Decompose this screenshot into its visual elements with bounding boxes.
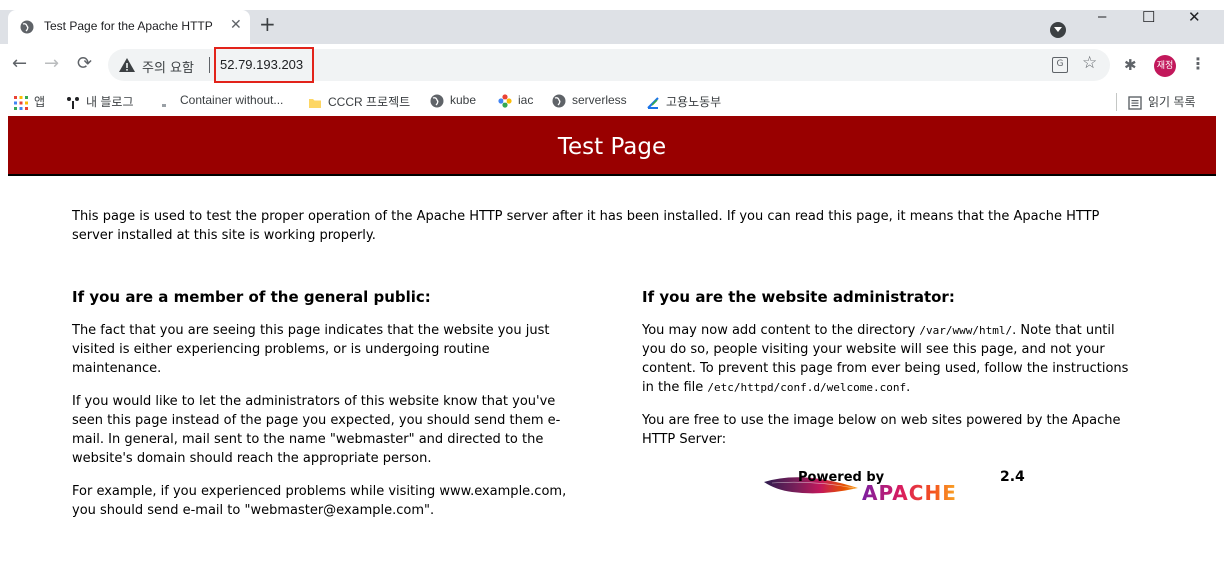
bookmark-label: 고용노동부 (666, 95, 722, 109)
active-tab[interactable]: Test Page for the Apache HTTP ✕ (8, 10, 250, 44)
bookmark-apps[interactable]: 앱 (14, 93, 45, 110)
new-tab-button[interactable]: + (259, 14, 276, 34)
public-paragraph-3: For example, if you experienced problems… (72, 484, 567, 518)
bookmarks-bar: 앱 내 블로그 Container without... CCCR 프로젝트 k… (0, 86, 1224, 116)
translate-icon[interactable]: G (1052, 57, 1068, 73)
bookmark-label: Container without... (180, 93, 284, 107)
intro-paragraph: This page is used to test the proper ope… (72, 209, 1100, 243)
globe-icon (430, 94, 444, 108)
public-heading: If you are a member of the general publi… (72, 288, 431, 306)
blog-icon (67, 96, 79, 109)
bookmark-container[interactable]: Container without... (160, 93, 283, 108)
profile-avatar[interactable]: 재정 (1154, 55, 1176, 77)
welcome-conf-path: /etc/httpd/conf.d/welcome.conf (707, 381, 907, 394)
admin-text-c: . (906, 380, 911, 395)
version-text: 2.4 (1000, 469, 1025, 485)
bookmark-cccr[interactable]: CCCR 프로젝트 (308, 93, 410, 110)
public-paragraph-1: The fact that you are seeing this page i… (72, 323, 550, 376)
bookmark-label: 앱 (34, 95, 46, 109)
url-text[interactable]: 52.79.193.203 (220, 57, 303, 72)
folder-icon (309, 98, 321, 108)
public-paragraph-2: If you would like to let the administrat… (72, 394, 561, 466)
bookmark-moel[interactable]: 고용노동부 (646, 93, 721, 110)
maximize-button[interactable]: ☐ (1142, 8, 1155, 26)
public-section: If you are a member of the general publi… (72, 287, 572, 534)
reading-list[interactable]: 읽기 목록 (1128, 93, 1196, 110)
menu-icon[interactable]: ⋮ (1190, 54, 1206, 73)
bookmark-label: serverless (572, 93, 627, 107)
address-bar[interactable]: 주의 요함 52.79.193.203 G ☆ (108, 47, 1110, 83)
ministry-icon (647, 97, 659, 109)
browser-toolbar: ← → ⟳ 주의 요함 52.79.193.203 G ☆ ✱ 재정 ⋮ (0, 44, 1224, 86)
bookmark-label: CCCR 프로젝트 (328, 95, 411, 109)
bookmark-serverless[interactable]: serverless (552, 93, 627, 108)
reading-list-label: 읽기 목록 (1148, 95, 1196, 109)
bookmark-blog[interactable]: 내 블로그 (66, 93, 134, 110)
forward-button[interactable]: → (44, 54, 59, 74)
omnibox-divider (209, 57, 210, 73)
admin-text-a: You may now add content to the directory (642, 323, 920, 338)
bookmark-label: iac (518, 93, 534, 107)
security-label[interactable]: 주의 요함 (142, 57, 194, 76)
globe-icon (20, 20, 34, 34)
globe-icon (552, 94, 566, 108)
back-button[interactable]: ← (12, 54, 27, 74)
extensions-icon[interactable]: ✱ (1124, 56, 1137, 74)
reading-list-icon (1128, 96, 1142, 110)
warning-icon[interactable] (118, 56, 136, 74)
bookmark-star-icon[interactable]: ☆ (1082, 53, 1097, 73)
page-banner: Test Page (8, 116, 1216, 176)
bookmark-label: kube (450, 93, 477, 107)
apache-wordmark: APACHE (862, 481, 957, 505)
admin-section: If you are the website administrator: Yo… (642, 287, 1142, 463)
bookmark-label: 내 블로그 (86, 95, 134, 109)
tab-search-icon[interactable] (1050, 22, 1066, 38)
window-close-button[interactable]: ✕ (1188, 8, 1201, 26)
admin-heading: If you are the website administrator: (642, 288, 955, 306)
tab-title: Test Page for the Apache HTTP (44, 19, 213, 33)
admin-paragraph-1: You may now add content to the directory… (642, 321, 1142, 397)
page-icon (162, 103, 166, 107)
apache-powered-logo: Powered by 2.4 APACHE (764, 469, 1025, 505)
apps-grid-icon (14, 95, 28, 110)
page-title: Test Page (557, 134, 667, 160)
tab-strip: Test Page for the Apache HTTP ✕ + – ☐ ✕ (0, 0, 1224, 44)
bookmarks-separator (1116, 93, 1117, 111)
reload-button[interactable]: ⟳ (77, 54, 92, 74)
tab-close-icon[interactable]: ✕ (230, 17, 242, 33)
bookmark-iac[interactable]: iac (498, 93, 533, 108)
title-bar (0, 0, 1224, 10)
docroot-path: /var/www/html/ (919, 324, 1013, 337)
minimize-button[interactable]: – (1098, 8, 1106, 25)
admin-paragraph-2: You are free to use the image below on w… (642, 413, 1121, 447)
flower-icon (498, 94, 512, 108)
bookmark-kube[interactable]: kube (430, 93, 476, 108)
